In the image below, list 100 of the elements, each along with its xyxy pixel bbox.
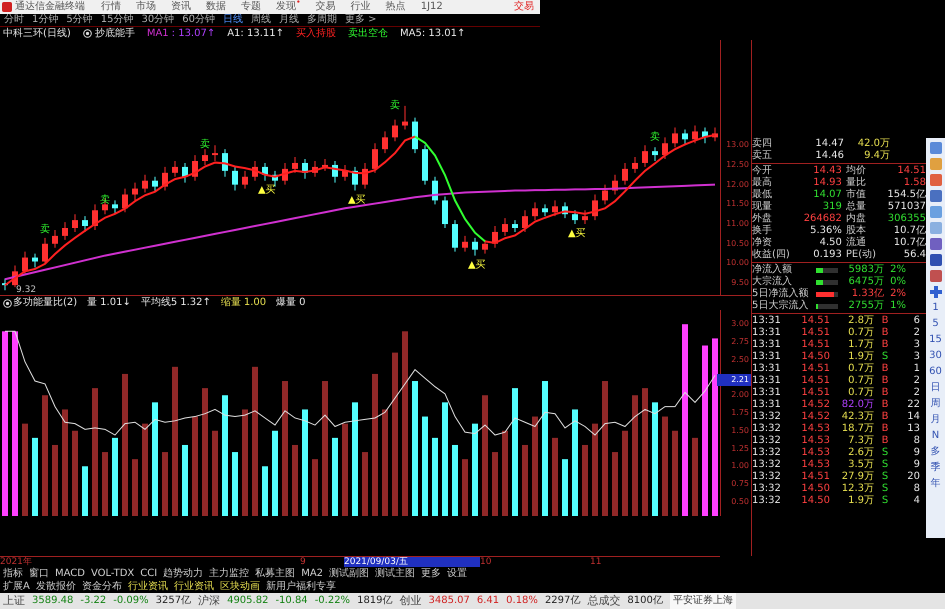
trade-price: 14.53 bbox=[800, 459, 830, 471]
indicator-value: MA5: 13.01↑ bbox=[400, 27, 466, 40]
trade-volume: 82.0万 bbox=[840, 399, 874, 411]
menu-item[interactable]: 发现$^{•}$ bbox=[276, 0, 301, 14]
toolbar-period-button[interactable]: 日 bbox=[930, 382, 940, 394]
period-tab[interactable]: 5分钟 bbox=[66, 14, 93, 26]
toolbar-period-button[interactable]: 1 bbox=[932, 302, 939, 314]
extension-tab[interactable]: 区块动画 bbox=[220, 580, 260, 593]
toolbar-period-button[interactable]: N bbox=[932, 430, 940, 442]
indicator-tab[interactable]: VOL-TDX bbox=[90, 567, 134, 580]
trade-time: 13:32 bbox=[752, 447, 782, 459]
menu-item[interactable]: 资讯 bbox=[171, 0, 191, 14]
extension-tab[interactable]: 行业资讯 bbox=[128, 580, 168, 593]
period-tab[interactable]: 60分钟 bbox=[182, 14, 215, 26]
toolbar-period-button[interactable]: 15 bbox=[929, 334, 942, 346]
menu-item[interactable]: 市场 bbox=[136, 0, 156, 14]
formula-name[interactable]: 抄底能手 bbox=[94, 27, 135, 40]
circle-dot-icon[interactable] bbox=[82, 29, 92, 38]
ask-price: 14.47 bbox=[814, 138, 844, 150]
period-tab[interactable]: 更多 > bbox=[344, 14, 377, 26]
candlestick bbox=[142, 174, 148, 194]
trade-volume: 1.9万 bbox=[847, 351, 874, 363]
toolbar-period-button[interactable]: 60 bbox=[929, 366, 942, 378]
toolbar-period-button[interactable]: 季 bbox=[930, 462, 940, 474]
signal-name: 卖出空仓 bbox=[348, 27, 388, 40]
trade-time: 13:31 bbox=[752, 351, 782, 363]
trade-volume: 7.3万 bbox=[847, 435, 874, 447]
extension-tab[interactable]: 行业资讯 bbox=[174, 580, 214, 593]
toolbar-period-button[interactable]: 周 bbox=[930, 398, 940, 410]
toolbar-period-button[interactable]: 多 bbox=[930, 446, 940, 458]
indicator-tab[interactable]: 趋势动力 bbox=[163, 567, 204, 580]
indicator-tab[interactable]: 主力监控 bbox=[209, 567, 250, 580]
indicator-tab[interactable]: MACD bbox=[55, 567, 85, 580]
indicator-tab[interactable]: 窗口 bbox=[29, 567, 49, 580]
stat-label: 今开 bbox=[752, 165, 773, 176]
trade-price: 14.51 bbox=[800, 387, 830, 399]
period-tab[interactable]: 30分钟 bbox=[141, 14, 174, 26]
toolbar-square-icon[interactable] bbox=[930, 190, 942, 202]
indicator-tab[interactable]: 测试主图 bbox=[375, 567, 416, 580]
menu-item[interactable]: 专题 bbox=[241, 0, 261, 14]
trade-count: 9 bbox=[912, 459, 920, 471]
menu-item[interactable]: 行业 bbox=[350, 0, 371, 14]
extension-tab[interactable]: 新用户福利专享 bbox=[266, 580, 336, 593]
toolbar-period-button[interactable]: 30 bbox=[929, 350, 942, 362]
candlestick bbox=[392, 119, 398, 142]
toolbar-period-button[interactable]: 月 bbox=[930, 414, 940, 426]
period-tab[interactable]: 日线 bbox=[222, 14, 243, 26]
extension-tab[interactable]: 资金分布 bbox=[82, 580, 122, 593]
stat-label: 外盘 bbox=[752, 213, 773, 224]
trade-count: 3 bbox=[912, 339, 920, 351]
menu-item[interactable]: 热点 bbox=[386, 0, 406, 14]
candlestick bbox=[242, 170, 248, 190]
toolbar-period-button[interactable]: 年 bbox=[930, 478, 940, 490]
menu-item[interactable]: 1J12 bbox=[420, 0, 443, 14]
volume-axis-label: 1.75 bbox=[731, 407, 750, 419]
menu-item[interactable]: 交易 bbox=[316, 0, 336, 14]
toolbar-square-icon[interactable] bbox=[930, 174, 942, 186]
toolbar-square-icon[interactable] bbox=[930, 142, 942, 154]
period-tab[interactable]: 15分钟 bbox=[100, 14, 134, 26]
toolbar-period-button[interactable]: 5 bbox=[932, 318, 939, 330]
cursor-value-label: 2.21 bbox=[717, 374, 751, 386]
menu-item[interactable]: 行情 bbox=[101, 0, 121, 14]
flow-value: 1.33亿 bbox=[850, 288, 884, 300]
trade-price: 14.51 bbox=[800, 339, 830, 351]
indicator-tab[interactable]: 设置 bbox=[447, 567, 468, 580]
toolbar-square-icon[interactable] bbox=[930, 238, 942, 250]
period-tab[interactable]: 多周期 bbox=[306, 14, 337, 26]
toolbar-square-icon[interactable] bbox=[930, 254, 942, 266]
extension-tab[interactable]: 扩展A bbox=[3, 580, 30, 593]
trade-side: S bbox=[880, 495, 890, 507]
indicator-tab[interactable]: 指标 bbox=[3, 567, 23, 580]
candlestick bbox=[342, 164, 348, 182]
circle-dot-icon[interactable] bbox=[3, 298, 12, 308]
period-tab[interactable]: 1分钟 bbox=[32, 14, 58, 26]
app-logo-icon bbox=[2, 2, 12, 12]
ask-label: 卖五 bbox=[752, 150, 773, 162]
indicator-tab[interactable]: MA2 bbox=[301, 567, 324, 580]
stat-label: 流通 bbox=[844, 237, 867, 249]
period-tab[interactable]: 周线 bbox=[250, 14, 271, 26]
trade-price: 14.52 bbox=[800, 399, 830, 411]
trade-count: 8 bbox=[912, 483, 920, 495]
trade-time: 13:32 bbox=[752, 471, 782, 483]
indicator-tab[interactable]: 更多 bbox=[421, 567, 442, 580]
indicator-tab[interactable]: CCI bbox=[140, 567, 158, 580]
indicator-name[interactable]: 多功能量比(2) bbox=[13, 296, 78, 310]
extension-tab[interactable]: 发散报价 bbox=[36, 580, 76, 593]
indicator-tab[interactable]: 测试副图 bbox=[329, 567, 370, 580]
period-tab[interactable]: 月线 bbox=[278, 14, 299, 26]
trade-volume: 3.5万 bbox=[847, 459, 874, 471]
indicator-tab[interactable]: 私募主图 bbox=[255, 567, 296, 580]
chart-signal-label: 卖 bbox=[650, 131, 660, 142]
trade-link[interactable]: 交易 bbox=[514, 0, 534, 14]
toolbar-square-icon[interactable] bbox=[930, 270, 942, 282]
period-tab[interactable]: 分时 bbox=[4, 14, 24, 26]
trade-time: 13:32 bbox=[752, 423, 782, 435]
app-name: 通达信金融终端 bbox=[15, 0, 85, 14]
series-name: 缩量 bbox=[220, 296, 241, 310]
trade-time: 13:31 bbox=[752, 327, 782, 339]
volume-axis-label: 3.00 bbox=[731, 318, 750, 330]
menu-item[interactable]: 数据 bbox=[206, 0, 226, 14]
